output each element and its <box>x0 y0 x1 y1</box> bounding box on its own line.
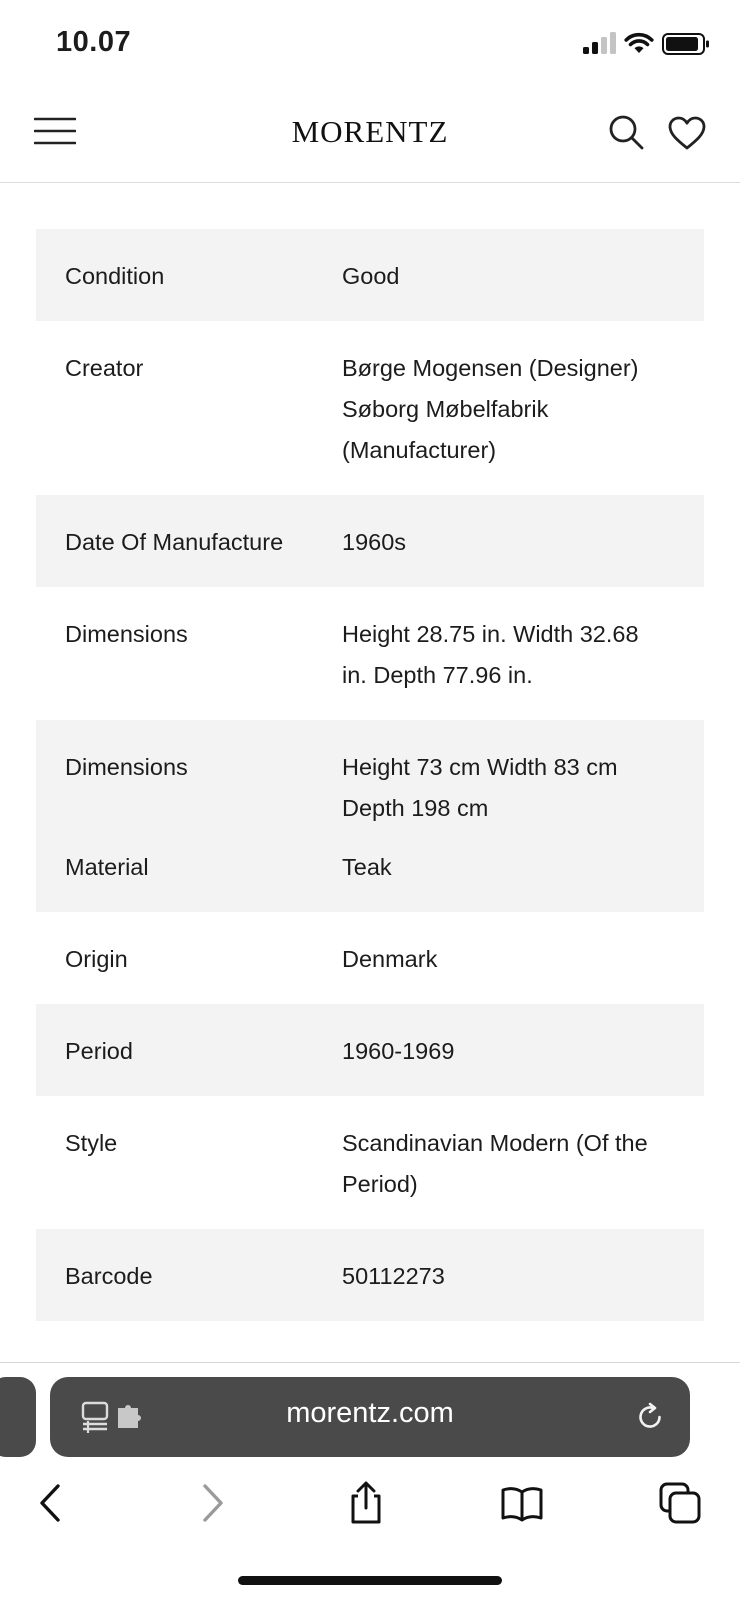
spec-value: Height 73 cm Width 83 cm Depth 198 cm <box>342 754 618 821</box>
spec-table: Condition Good Creator Børge Mogensen (D… <box>36 229 704 1321</box>
search-icon[interactable] <box>608 114 644 150</box>
spec-label: Period <box>65 1038 133 1064</box>
spec-label: Dimensions <box>65 754 188 780</box>
spec-label: Date Of Manufacture <box>65 529 284 555</box>
address-bar[interactable]: morentz.com <box>50 1377 690 1457</box>
spec-label: Origin <box>65 946 128 972</box>
bookmarks-icon[interactable] <box>500 1481 544 1525</box>
spec-row-dimensions-in: Dimensions Height 28.75 in. Width 32.68 … <box>36 587 704 720</box>
spec-value: Scandinavian Modern (Of the Period) <box>342 1130 648 1197</box>
spec-label: Style <box>65 1130 118 1156</box>
spec-row-origin: Origin Denmark <box>36 912 704 1004</box>
share-icon[interactable] <box>344 1481 388 1525</box>
spec-row-condition: Condition Good <box>36 229 704 321</box>
spec-label: Dimensions <box>65 621 188 647</box>
browser-toolbar: morentz.com <box>0 1362 740 1601</box>
back-icon[interactable] <box>29 1481 73 1525</box>
wifi-icon <box>624 32 654 53</box>
spec-row-dimensions-cm: Dimensions Height 73 cm Width 83 cm Dept… <box>36 720 704 829</box>
spec-label: Creator <box>65 355 144 381</box>
spec-label: Condition <box>65 263 165 289</box>
forward-icon[interactable] <box>190 1481 234 1525</box>
spec-value: 50112273 <box>342 1263 445 1289</box>
spec-value: 1960-1969 <box>342 1038 455 1064</box>
spec-label: Material <box>65 854 149 880</box>
spec-row-style: Style Scandinavian Modern (Of the Period… <box>36 1096 704 1229</box>
spec-value: 1960s <box>342 529 407 555</box>
status-bar: 10.07 <box>0 0 740 90</box>
heart-icon[interactable] <box>668 116 706 150</box>
spec-value: Good <box>342 263 400 289</box>
spec-row-period: Period 1960-1969 <box>36 1004 704 1096</box>
home-indicator <box>238 1576 502 1585</box>
spec-value: Denmark <box>342 946 438 972</box>
status-time: 10.07 <box>56 26 132 58</box>
spec-row-date-of-manufacture: Date Of Manufacture 1960s <box>36 495 704 587</box>
spec-value: Height 28.75 in. Width 32.68 in. Depth 7… <box>342 621 639 688</box>
url-text: morentz.com <box>286 1397 454 1429</box>
spec-row-barcode: Barcode 50112273 <box>36 1229 704 1321</box>
cellular-signal-icon <box>583 32 616 54</box>
spec-label: Barcode <box>65 1263 153 1289</box>
previous-tab-preview[interactable] <box>0 1377 36 1457</box>
battery-icon <box>662 33 709 55</box>
spec-value: Børge Mogensen (Designer) Søborg Møbelfa… <box>342 355 639 463</box>
tabs-icon[interactable] <box>658 1481 702 1525</box>
spec-value: Teak <box>342 854 392 880</box>
spec-row-creator: Creator Børge Mogensen (Designer) Søborg… <box>36 321 704 495</box>
spec-row-material: Material Teak <box>36 829 704 912</box>
reload-icon[interactable] <box>634 1401 666 1433</box>
site-header: MORENTZ <box>0 90 740 183</box>
